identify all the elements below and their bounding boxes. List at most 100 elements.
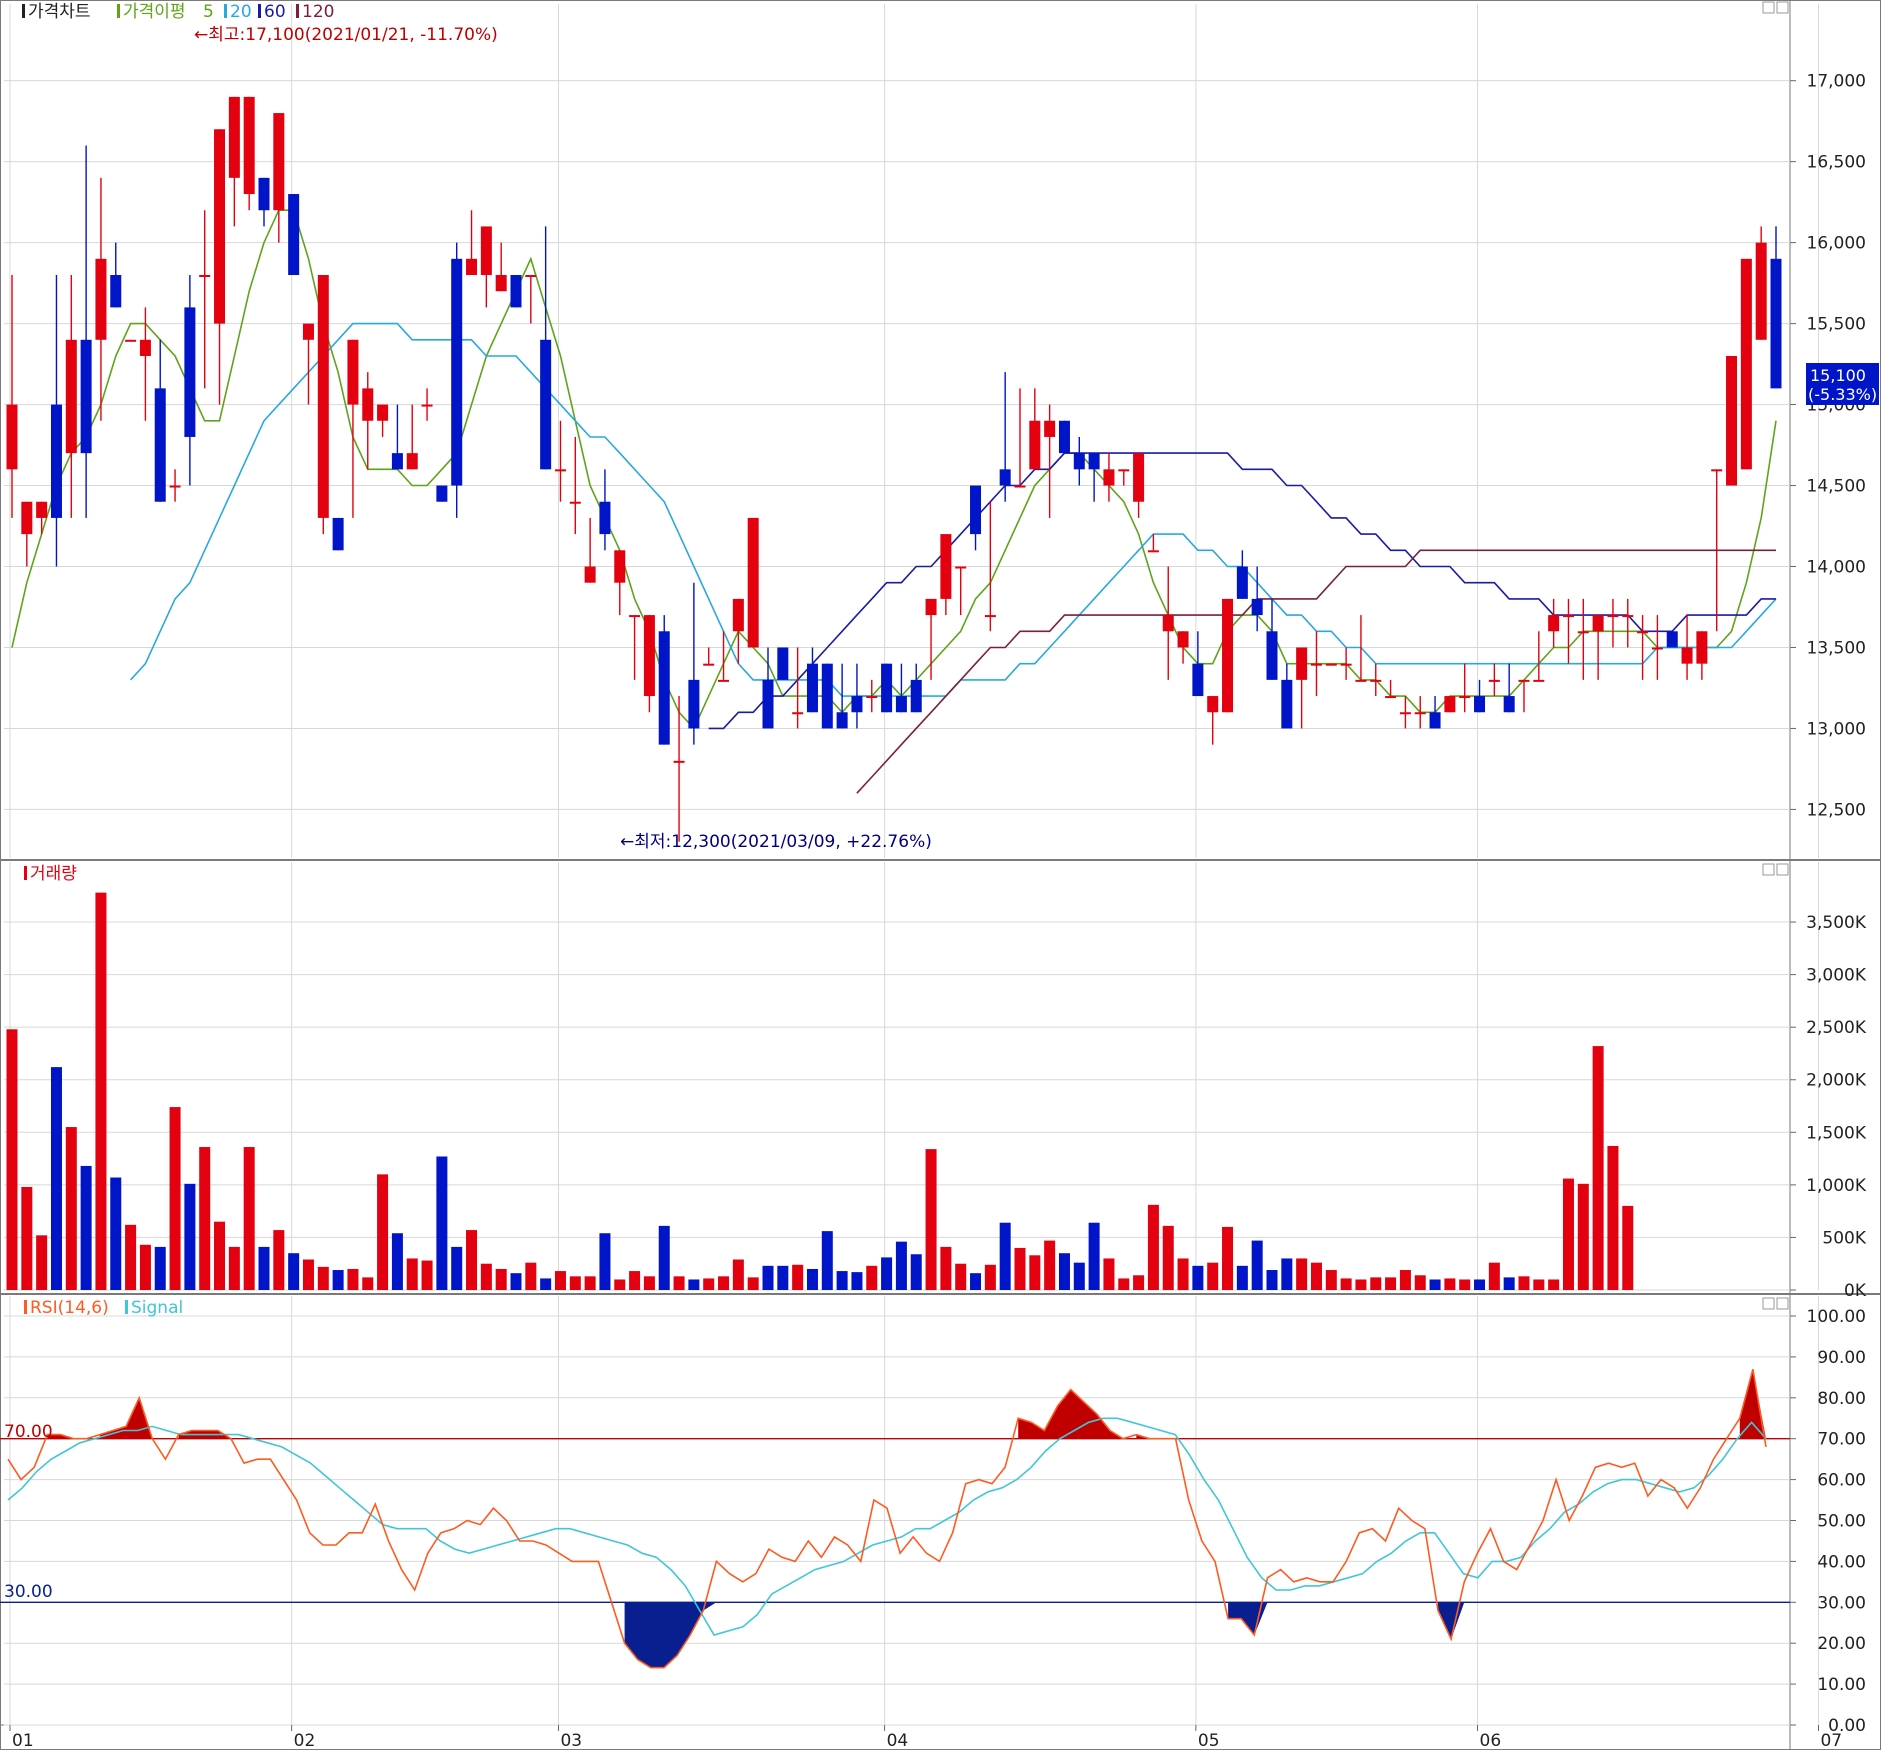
candle-body <box>821 663 833 729</box>
legend-marker <box>258 4 261 18</box>
candle-body <box>718 679 730 682</box>
candle-body <box>984 615 996 618</box>
candle-body <box>1399 712 1411 715</box>
candle-body <box>1014 485 1026 488</box>
candle-body <box>688 679 700 729</box>
volume-bar <box>806 1268 818 1290</box>
volume-bar <box>851 1272 863 1290</box>
volume-bar <box>732 1259 744 1290</box>
x-tick-label: 01 <box>12 1731 34 1750</box>
panel-frames <box>0 0 1881 1750</box>
candle-body <box>851 696 863 713</box>
close-icon[interactable] <box>1776 1297 1789 1310</box>
rsi-legend-title: RSI(14,6) <box>30 1298 109 1318</box>
candle-body <box>421 404 433 407</box>
volume-bar <box>421 1260 433 1290</box>
candle-body <box>584 566 596 583</box>
candle-body <box>1355 679 1367 682</box>
candle-body <box>1637 631 1649 634</box>
stock-chart-window: 17,000 16,500 16,000 15,500 15,000 14,500 14,0… <box>0 0 1881 1750</box>
volume-bar <box>1592 1046 1604 1290</box>
candle-body <box>703 663 715 666</box>
volume-bar <box>80 1165 92 1290</box>
candle-body <box>139 339 151 356</box>
candle-body <box>1474 696 1486 713</box>
candle-body <box>1518 679 1530 682</box>
candle-body <box>1503 696 1515 713</box>
candle-body <box>1711 469 1723 472</box>
ma60-legend: 60 <box>264 2 286 22</box>
candle-body <box>1177 631 1189 648</box>
candle-body <box>36 501 48 518</box>
minimize-icon[interactable] <box>1762 1 1775 14</box>
volume-bar <box>1577 1183 1589 1290</box>
candle-body <box>1044 420 1056 437</box>
candle-body <box>881 663 893 713</box>
candle-body <box>1251 598 1263 616</box>
candle-body <box>1577 631 1589 634</box>
candle-body <box>243 96 255 195</box>
legend-marker <box>296 4 299 18</box>
rsi-lines <box>0 1368 1790 1669</box>
volume-bar <box>525 1262 537 1290</box>
y-tick-label: 10.00 <box>1817 1675 1866 1695</box>
candlestick-series <box>6 96 1782 842</box>
volume-bar <box>1044 1240 1056 1290</box>
y-tick-label: 2,000K <box>1806 1071 1867 1091</box>
candle-body <box>599 501 611 535</box>
candle-body <box>792 712 804 715</box>
volume-bar <box>1548 1279 1560 1290</box>
volume-bar <box>1207 1262 1219 1290</box>
volume-bars <box>6 892 1634 1290</box>
volume-bar <box>569 1276 581 1290</box>
volume-bar <box>1355 1279 1367 1290</box>
candle-body <box>925 598 937 616</box>
volume-bar <box>436 1156 448 1290</box>
x-tick-label: 05 <box>1198 1731 1220 1750</box>
volume-bar <box>881 1257 893 1290</box>
candle-body <box>1562 615 1574 618</box>
rsi-upper-label: 70.00 <box>4 1422 53 1442</box>
volume-legend: 거래량 <box>24 864 77 884</box>
candle-body <box>1622 615 1634 618</box>
volume-bar <box>1266 1270 1278 1290</box>
candle-body <box>910 679 922 713</box>
candle-body <box>762 679 774 729</box>
y-tick-label: 500K <box>1822 1228 1866 1248</box>
volume-bar <box>762 1265 774 1290</box>
volume-bar <box>984 1264 996 1290</box>
volume-bar <box>1370 1277 1382 1290</box>
volume-bar <box>1162 1225 1174 1290</box>
candle-body <box>1073 453 1085 470</box>
volume-bar <box>1088 1222 1100 1290</box>
y-tick-label: 100.00 <box>1807 1307 1866 1327</box>
minimize-icon[interactable] <box>1762 1297 1775 1310</box>
rsi-legend: RSI(14,6) Signal <box>24 1298 183 1318</box>
volume-bar <box>614 1279 626 1290</box>
y-tick-label: 13,000 <box>1807 719 1866 739</box>
close-icon[interactable] <box>1776 1 1789 14</box>
volume-bar <box>1533 1279 1545 1290</box>
volume-bar <box>1251 1240 1263 1290</box>
close-icon[interactable] <box>1776 863 1789 876</box>
volume-bar <box>1385 1277 1397 1290</box>
volume-bar <box>480 1263 492 1290</box>
candle-body <box>1666 631 1678 648</box>
volume-bar <box>925 1149 937 1290</box>
volume-bar <box>110 1177 122 1290</box>
volume-bar <box>895 1241 907 1290</box>
candle-body <box>6 404 18 470</box>
volume-bar <box>584 1276 596 1290</box>
volume-bar <box>1177 1258 1189 1290</box>
volume-bar <box>910 1254 922 1290</box>
volume-bar <box>362 1277 374 1290</box>
minimize-icon[interactable] <box>1762 863 1775 876</box>
candle-body <box>95 258 107 340</box>
candle-body <box>970 485 982 535</box>
candle-body <box>495 275 507 292</box>
volume-bar <box>658 1225 670 1290</box>
candle-body <box>1296 647 1308 680</box>
candle-body <box>377 404 389 421</box>
volume-bar <box>554 1271 566 1290</box>
rsi-overbought-area <box>47 1369 1766 1439</box>
